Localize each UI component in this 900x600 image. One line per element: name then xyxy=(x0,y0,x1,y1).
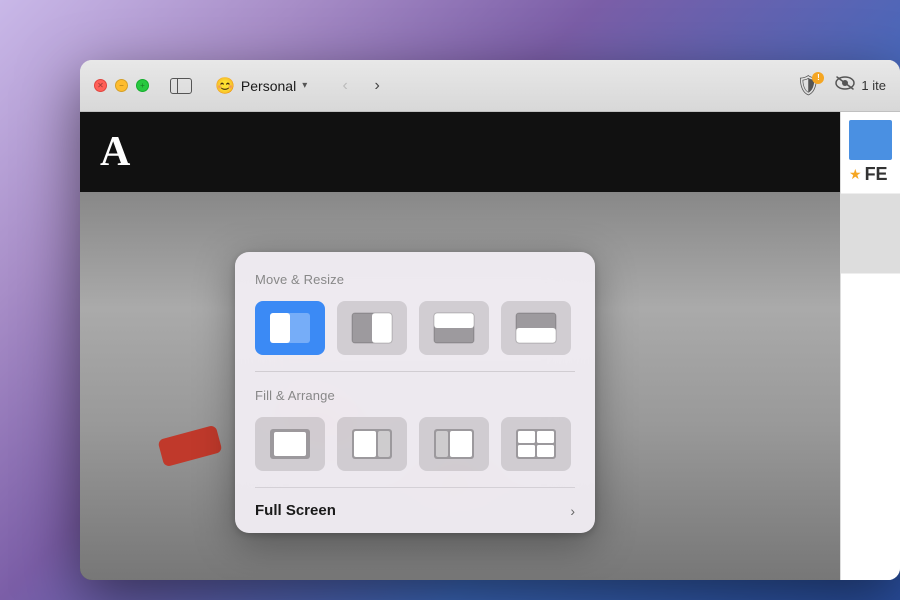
top-half-icon xyxy=(432,311,476,345)
sidebar-toggle-button[interactable] xyxy=(167,75,195,97)
right-panel-item-1: ★ FE xyxy=(841,112,900,194)
browser-window: ✕ − + 😊 Personal ▾ ‹ xyxy=(80,60,900,580)
fill-right-big-icon xyxy=(432,427,476,461)
folder-label: Personal xyxy=(241,78,296,94)
right-panel: ★ FE xyxy=(840,112,900,580)
sidebar-toggle-icon xyxy=(170,78,192,94)
move-resize-icons-grid xyxy=(255,301,575,355)
back-arrow-icon: ‹ xyxy=(343,77,348,95)
fill-full-icon xyxy=(268,427,312,461)
panel-label-row: ★ FE xyxy=(849,164,892,185)
move-resize-title: Move & Resize xyxy=(255,272,575,287)
popup-menu: Move & Resize xyxy=(235,252,595,533)
panel-blue-block xyxy=(849,120,892,160)
full-screen-label: Full Screen xyxy=(255,502,336,519)
close-button[interactable]: ✕ xyxy=(94,79,107,92)
fill-left-big-icon xyxy=(350,427,394,461)
shield-button[interactable]: 🛡 ! xyxy=(792,72,824,100)
title-bar-right: 🛡 ! 1 ite xyxy=(792,72,886,100)
traffic-lights: ✕ − + xyxy=(94,79,149,92)
navigation-arrows: ‹ › xyxy=(331,72,391,100)
fill-left-big-button[interactable] xyxy=(337,417,407,471)
maximize-icon: + xyxy=(140,81,145,90)
fill-arrange-title: Fill & Arrange xyxy=(255,388,575,403)
eye-slash-icon xyxy=(834,75,856,96)
shield-warning-badge: ! xyxy=(812,72,824,84)
back-button[interactable]: ‹ xyxy=(331,72,359,100)
fill-right-big-button[interactable] xyxy=(419,417,489,471)
black-bar: A xyxy=(80,112,840,192)
fill-grid-button[interactable] xyxy=(501,417,571,471)
browser-content: A ★ FE xyxy=(80,112,900,580)
smart-folder-button[interactable]: 😊 Personal ▾ xyxy=(205,71,317,101)
fill-full-button[interactable] xyxy=(255,417,325,471)
close-icon: ✕ xyxy=(97,81,104,90)
items-button[interactable]: 1 ite xyxy=(834,75,886,96)
star-icon: ★ xyxy=(849,166,862,183)
title-bar: ✕ − + 😊 Personal ▾ ‹ xyxy=(80,60,900,112)
maximize-button[interactable]: + xyxy=(136,79,149,92)
full-screen-row[interactable]: Full Screen › xyxy=(255,487,575,533)
half-left-icon xyxy=(268,311,312,345)
chevron-down-icon: ▾ xyxy=(302,80,307,91)
items-label: 1 ite xyxy=(861,78,886,93)
half-right-icon xyxy=(350,311,394,345)
minimize-icon: − xyxy=(119,81,124,90)
forward-button[interactable]: › xyxy=(363,72,391,100)
camera-obj-1 xyxy=(157,425,222,468)
forward-arrow-icon: › xyxy=(375,77,380,95)
layout-half-left-button[interactable] xyxy=(255,301,325,355)
right-panel-item-2 xyxy=(841,194,900,274)
bottom-half-icon xyxy=(514,311,558,345)
folder-emoji-icon: 😊 xyxy=(215,76,235,96)
layout-half-right-button[interactable] xyxy=(337,301,407,355)
fe-label: FE xyxy=(865,164,888,185)
layout-bottom-half-button[interactable] xyxy=(501,301,571,355)
layout-top-half-button[interactable] xyxy=(419,301,489,355)
minimize-button[interactable]: − xyxy=(115,79,128,92)
chevron-right-icon: › xyxy=(570,503,575,519)
fill-grid-icon xyxy=(514,427,558,461)
black-bar-text: A xyxy=(100,128,130,176)
divider-1 xyxy=(255,371,575,372)
fill-arrange-icons-grid xyxy=(255,417,575,471)
